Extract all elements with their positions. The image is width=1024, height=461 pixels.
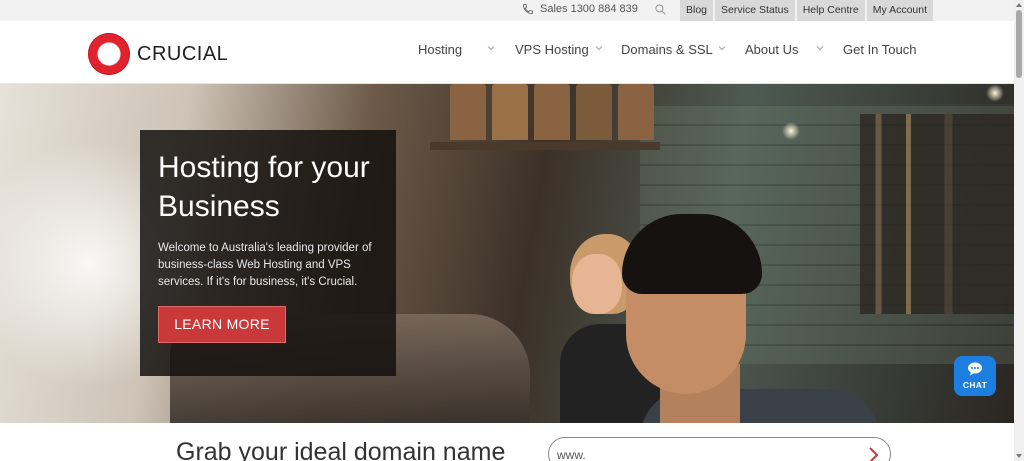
- scroll-up-arrow-icon[interactable]: [1015, 1, 1023, 9]
- nav-item-vps-hosting[interactable]: VPS Hosting: [515, 42, 589, 57]
- chevron-down-icon[interactable]: [815, 43, 825, 53]
- hero-coffee-bag: [618, 84, 654, 140]
- chat-bubble-icon: [968, 362, 982, 376]
- main-nav: Hosting VPS Hosting Domains & SSL About …: [0, 21, 1014, 84]
- hero-person-barista-man: [610, 214, 880, 423]
- sales-phone-label: Sales 1300 884 839: [540, 3, 638, 15]
- hero-shelf: [430, 84, 660, 150]
- hero-bottle-shelf: [860, 114, 1014, 314]
- scroll-down-arrow-icon[interactable]: [1015, 452, 1023, 460]
- hero-coffee-bag: [576, 84, 612, 140]
- top-utility-bar: Sales 1300 884 839 Blog Service Status H…: [0, 0, 1014, 21]
- hero-lamp: [986, 84, 1004, 102]
- learn-more-button[interactable]: LEARN MORE: [158, 306, 286, 343]
- domain-search-input[interactable]: [557, 448, 847, 461]
- utility-link-help-centre[interactable]: Help Centre: [794, 0, 865, 21]
- nav-item-hosting[interactable]: Hosting: [418, 42, 462, 57]
- hero-coffee-bag: [492, 84, 528, 140]
- scrollbar-thumb[interactable]: [1016, 10, 1022, 78]
- nav-item-get-in-touch[interactable]: Get In Touch: [843, 42, 916, 57]
- utility-link-blog[interactable]: Blog: [680, 0, 714, 21]
- nav-item-about-us[interactable]: About Us: [745, 42, 798, 57]
- chevron-right-icon[interactable]: [867, 445, 881, 461]
- phone-icon: [523, 4, 533, 14]
- hero-coffee-bag: [534, 84, 570, 140]
- hero-title: Hosting for your Business: [158, 151, 370, 223]
- chevron-down-icon[interactable]: [594, 43, 604, 53]
- utility-link-my-account[interactable]: My Account: [864, 0, 934, 21]
- hero-text-card: Hosting for your Business Welcome to Aus…: [140, 130, 396, 376]
- chevron-down-icon[interactable]: [717, 43, 727, 53]
- main-header: CRUCIAL Hosting VPS Hosting Domains & SS…: [0, 21, 1014, 84]
- domain-search-section: Grab your ideal domain name: [0, 423, 1014, 461]
- chevron-down-icon[interactable]: [486, 43, 496, 53]
- utility-links: Blog Service Status Help Centre My Accou…: [680, 0, 934, 21]
- hero-man-hair: [622, 214, 762, 294]
- nav-item-domains-ssl[interactable]: Domains & SSL: [621, 42, 713, 57]
- utility-link-service-status[interactable]: Service Status: [713, 0, 795, 21]
- search-icon[interactable]: [654, 3, 667, 21]
- chat-label: CHAT: [962, 380, 988, 390]
- sales-phone-link[interactable]: Sales 1300 884 839: [522, 3, 638, 15]
- hero-coffee-bag: [450, 84, 486, 140]
- domain-search-title: Grab your ideal domain name: [176, 438, 506, 461]
- hero-lamp: [782, 122, 800, 140]
- chat-widget-button[interactable]: CHAT: [954, 356, 996, 396]
- hero-banner: Hosting for your Business Welcome to Aus…: [0, 84, 1014, 423]
- domain-search-box[interactable]: [548, 437, 891, 461]
- page-scrollbar[interactable]: [1014, 0, 1024, 461]
- hero-description: Welcome to Australia's leading provider …: [158, 242, 372, 288]
